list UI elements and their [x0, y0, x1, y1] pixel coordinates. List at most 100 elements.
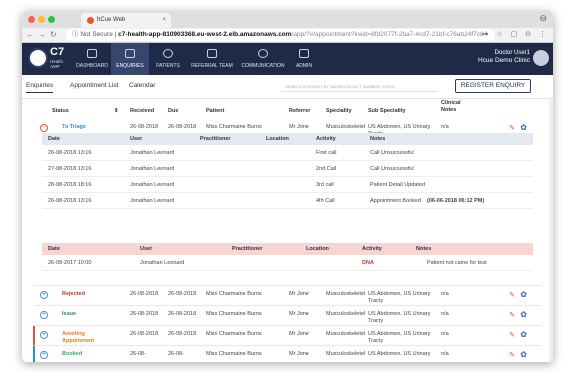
scrollbar[interactable]	[549, 99, 553, 362]
expand-icon[interactable]: +	[40, 331, 48, 339]
referrer: Mr Jone	[289, 311, 309, 317]
browser-profile-icon[interactable]: ⊖	[539, 13, 547, 24]
sub-speciality: US Abdomen, US Urinary Tracty	[368, 311, 431, 324]
tab-appointment-list[interactable]: Appointment List	[70, 82, 118, 89]
expand-icon[interactable]: +	[40, 291, 48, 299]
attachment-icon[interactable]: ✎	[509, 311, 515, 319]
due-date: 26-08-2018	[168, 291, 197, 297]
attachment-icon[interactable]: ✎	[509, 331, 515, 339]
attachment-icon[interactable]: ✎	[509, 124, 515, 132]
activity-row: 26-08-2018 13:16 Jonathan Leonard 4th Ca…	[42, 194, 533, 209]
enquiries-icon	[125, 49, 135, 58]
header-speciality: Speciality	[326, 108, 352, 114]
settings-icon[interactable]: ✿	[520, 290, 527, 299]
settings-icon[interactable]: ✿	[520, 310, 527, 319]
favicon-icon	[87, 17, 94, 24]
tab-close-icon[interactable]: ×	[162, 13, 166, 28]
due-date: 26-08-2018	[168, 124, 197, 130]
nav-referral-team[interactable]: REFERRAL TEAM	[187, 43, 237, 75]
tab-title: hCue Web	[97, 17, 126, 23]
sort-icon[interactable]: ⇕	[114, 108, 119, 114]
table-row[interactable]: + Awaiting Appoinment 26-08-2018 26-08-2…	[33, 325, 541, 346]
tab-calendar[interactable]: Calendar	[129, 82, 155, 89]
header-clinical-notes: Clinical Notes	[441, 100, 461, 113]
activity-log: Date User Practitioner Location Activity…	[42, 133, 533, 247]
browser-tab[interactable]: hCue Web ×	[81, 13, 171, 28]
expand-icon[interactable]: +	[40, 351, 48, 359]
logo-subtitle: Health AMP	[50, 59, 64, 69]
status-label: Rejected	[62, 291, 85, 297]
c7-logo[interactable]: C7 Health AMP	[28, 46, 68, 72]
enquiries-table: Status ⇕ Received Due Patient Referrer S…	[22, 99, 553, 362]
received-date: 26-08-2018	[130, 331, 159, 337]
speciality: Musculoskeletel	[326, 331, 366, 337]
app-navbar: C7 Health AMP DASHBOARD ENQUIRIES PATIEN…	[22, 43, 553, 75]
speciality: Musculoskeletel	[326, 291, 366, 297]
reload-icon[interactable]: ↻	[50, 30, 57, 39]
forward-icon[interactable]: →	[38, 30, 46, 39]
sub-speciality: US Abdomen, US Urinary Tracty	[368, 331, 431, 344]
row-highlight-bar	[33, 326, 35, 346]
nav-enquiries[interactable]: ENQUIRIES	[111, 43, 149, 75]
received-date: 26-08-	[130, 351, 146, 357]
patient-name[interactable]: Miss Charmaine Burns	[206, 291, 266, 298]
logo-title: C7	[50, 46, 65, 58]
header-received: Received	[130, 108, 155, 114]
maximize-window-icon[interactable]	[48, 16, 55, 23]
received-date: 26-08-2018	[130, 291, 159, 297]
collapse-icon[interactable]: −	[40, 124, 48, 132]
register-enquiry-button[interactable]: REGISTER ENQUIRY	[455, 79, 531, 93]
address-bar: ← → ↻ ⓘ Not Secure | c7-health-app-81090…	[22, 28, 553, 43]
extension-icons[interactable]: ⊶ ☆ ▢ ⊙ ⋮	[481, 30, 549, 38]
attachment-icon[interactable]: ✎	[509, 291, 515, 299]
activity-row: 27-08-2018 13:16 Jonathan Leonard 2nd Ca…	[42, 162, 533, 177]
dna-header: Date User Practitioner Location Activity…	[42, 243, 533, 255]
expand-icon[interactable]: +	[40, 311, 48, 319]
patient-name[interactable]: Miss Charmaine Burns	[206, 331, 266, 338]
table-row[interactable]: + Booked 26-08- 26-08- Miss Charmaine Bu…	[33, 345, 541, 362]
status-label: To Triage	[62, 124, 87, 130]
sub-speciality: US Abdomen, US Urinary Tracty	[368, 291, 431, 304]
clinical-notes: n/a	[441, 351, 449, 357]
referrer: Mr Jone	[289, 351, 309, 357]
tab-enquiries[interactable]: Enquiries	[26, 82, 54, 93]
patients-icon	[163, 49, 173, 58]
nav-patients[interactable]: PATIENTS	[149, 43, 187, 75]
clinical-notes: n/a	[441, 311, 449, 317]
patient-name[interactable]: Miss Charmaine Burns	[206, 124, 266, 131]
url-field[interactable]: ⓘ Not Secure | c7-health-app-810903368.e…	[66, 29, 495, 41]
due-date: 26-08-	[168, 351, 184, 357]
dna-log: Date User Practitioner Location Activity…	[42, 243, 533, 279]
title-bar: hCue Web × ⊖	[22, 11, 553, 28]
referrer: Mr Jone	[289, 124, 309, 130]
attachment-icon[interactable]: ✎	[509, 351, 515, 359]
nav-dashboard[interactable]: DASHBOARD	[73, 43, 111, 75]
status-label: Booked	[62, 351, 83, 357]
received-date: 26-08-2018	[130, 311, 159, 317]
table-row[interactable]: + Rejected 26-08-2018 26-08-2018 Miss Ch…	[34, 285, 541, 305]
avatar[interactable]	[533, 50, 549, 66]
minimize-window-icon[interactable]	[38, 16, 45, 23]
sub-speciality: US Abdomen, US Urinary	[368, 351, 431, 357]
table-header: Status ⇕ Received Due Patient Referrer S…	[34, 99, 541, 121]
clinical-notes: n/a	[441, 124, 449, 130]
user-info[interactable]: Doctor User1 Hcue Demo Clinic	[478, 49, 530, 65]
speciality: Musculoskeletel	[326, 124, 366, 130]
logo-emblem-icon	[28, 48, 48, 68]
settings-icon[interactable]: ✿	[520, 123, 527, 132]
patient-name[interactable]: Miss Charmaine Burns	[206, 311, 266, 318]
nav-communication[interactable]: COMMUNICATION	[237, 43, 289, 75]
communication-icon	[258, 49, 268, 58]
close-window-icon[interactable]	[28, 16, 35, 23]
nav-admin[interactable]: ADMIN	[289, 43, 319, 75]
url-path: /app/?#/appointment?kwid=8fd2077f-2ba7-4…	[291, 31, 488, 38]
header-status[interactable]: Status	[52, 108, 69, 114]
table-row[interactable]: + Issue 26-08-2018 26-08-2018 Miss Charm…	[34, 305, 541, 325]
patient-name[interactable]: Miss Charmaine Burns	[206, 351, 266, 358]
patient-search-input[interactable]: SEARCH A PATIENT BY NAME/CONTACT NUMBER …	[281, 81, 437, 92]
settings-icon[interactable]: ✿	[520, 350, 527, 359]
due-date: 26-08-2018	[168, 311, 197, 317]
due-date: 26-08-2018	[168, 331, 197, 337]
settings-icon[interactable]: ✿	[520, 330, 527, 339]
back-icon[interactable]: ←	[26, 30, 34, 39]
